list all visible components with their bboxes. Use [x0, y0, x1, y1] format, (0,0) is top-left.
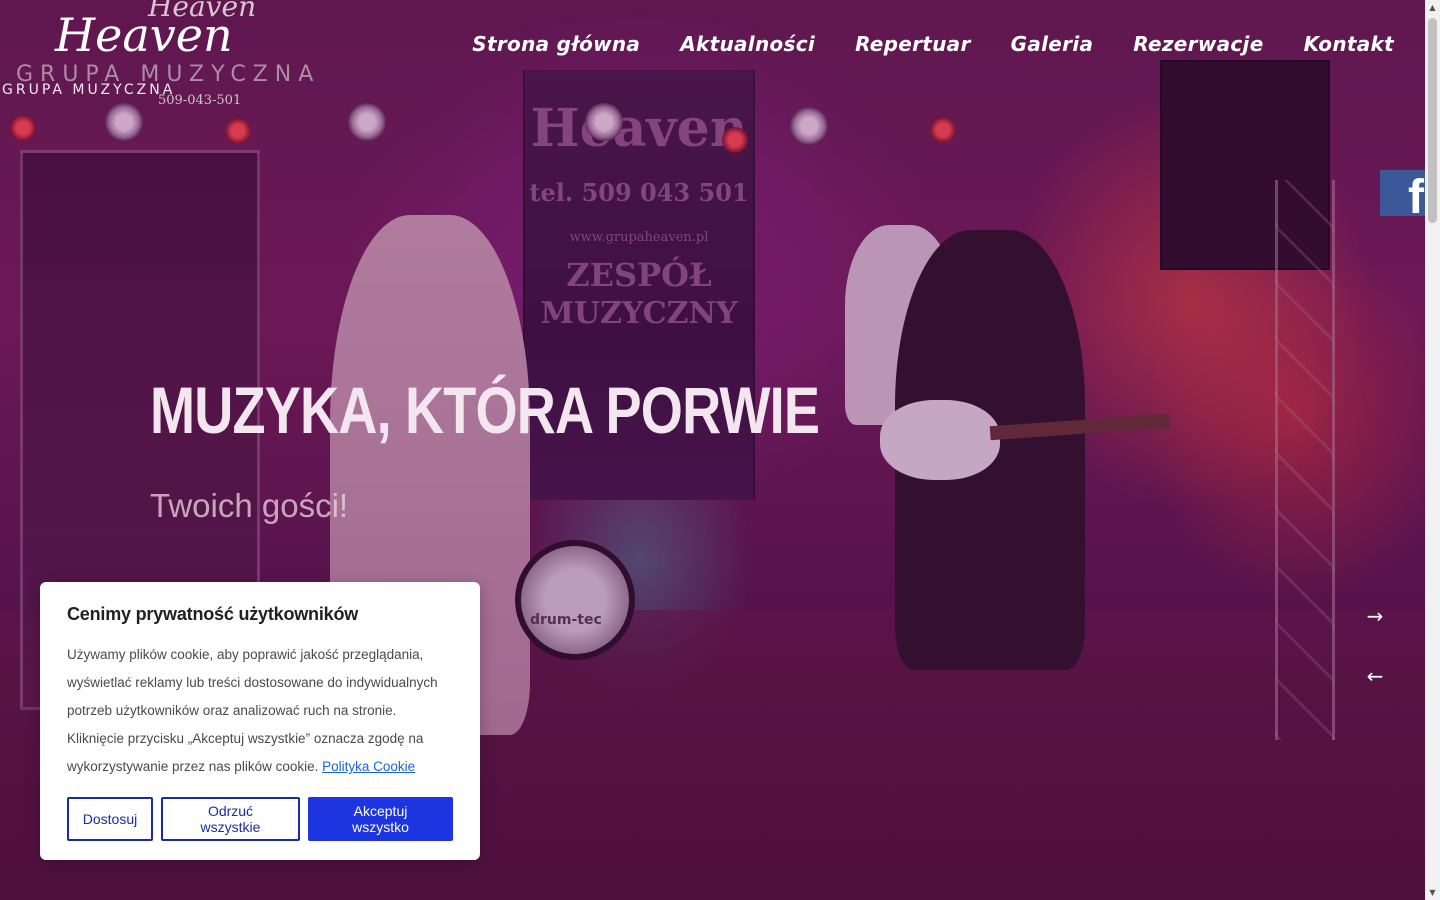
facebook-icon[interactable]: f — [1380, 170, 1426, 216]
nav-item-gallery[interactable]: Galeria — [1011, 32, 1094, 56]
cookie-policy-link[interactable]: Polityka Cookie — [322, 759, 415, 774]
site-logo[interactable]: Heaven Heaven GRUPA MUZYCZNA GRUPA MUZYC… — [0, 0, 360, 110]
nav-item-reservations[interactable]: Rezerwacje — [1133, 32, 1263, 56]
accept-all-button[interactable]: Akceptuj wszystko — [308, 797, 453, 841]
hero-headline: MUZYKA, KTÓRA PORWIE — [150, 373, 820, 447]
page-scrollbar[interactable]: ▲ ▼ — [1425, 0, 1440, 900]
hero-subline: Twoich gości! — [150, 487, 349, 524]
reject-all-button[interactable]: Odrzuć wszystkie — [161, 797, 300, 841]
cookie-title: Cenimy prywatność użytkowników — [67, 604, 359, 624]
scroll-thumb[interactable] — [1428, 18, 1437, 223]
slider-next-arrow-icon[interactable]: → — [1363, 604, 1387, 628]
nav-item-repertoire[interactable]: Repertuar — [855, 32, 971, 56]
cookie-description: Używamy plików cookie, aby poprawić jako… — [67, 647, 438, 774]
cookie-consent-dialog: Cenimy prywatność użytkowników Używamy p… — [40, 582, 480, 860]
logo-script-front: Heaven — [55, 8, 233, 62]
nav-item-news[interactable]: Aktualności — [680, 32, 815, 56]
cookie-buttons: Dostosuj Odrzuć wszystkie Akceptuj wszys… — [67, 797, 453, 841]
logo-group-front: GRUPA MUZYCZNA — [2, 82, 176, 98]
customize-button[interactable]: Dostosuj — [67, 797, 153, 841]
main-nav: Strona główna Aktualności Repertuar Gale… — [472, 32, 1394, 56]
nav-item-home[interactable]: Strona główna — [472, 32, 640, 56]
slider-prev-arrow-icon[interactable]: ← — [1363, 664, 1387, 688]
nav-item-contact[interactable]: Kontakt — [1304, 32, 1394, 56]
logo-phone: 509-043-501 — [158, 93, 242, 108]
cookie-text: Używamy plików cookie, aby poprawić jako… — [67, 641, 453, 781]
facebook-glyph: f — [1408, 171, 1424, 217]
scroll-down-arrow-icon[interactable]: ▼ — [1425, 885, 1440, 900]
scroll-up-arrow-icon[interactable]: ▲ — [1425, 0, 1440, 15]
